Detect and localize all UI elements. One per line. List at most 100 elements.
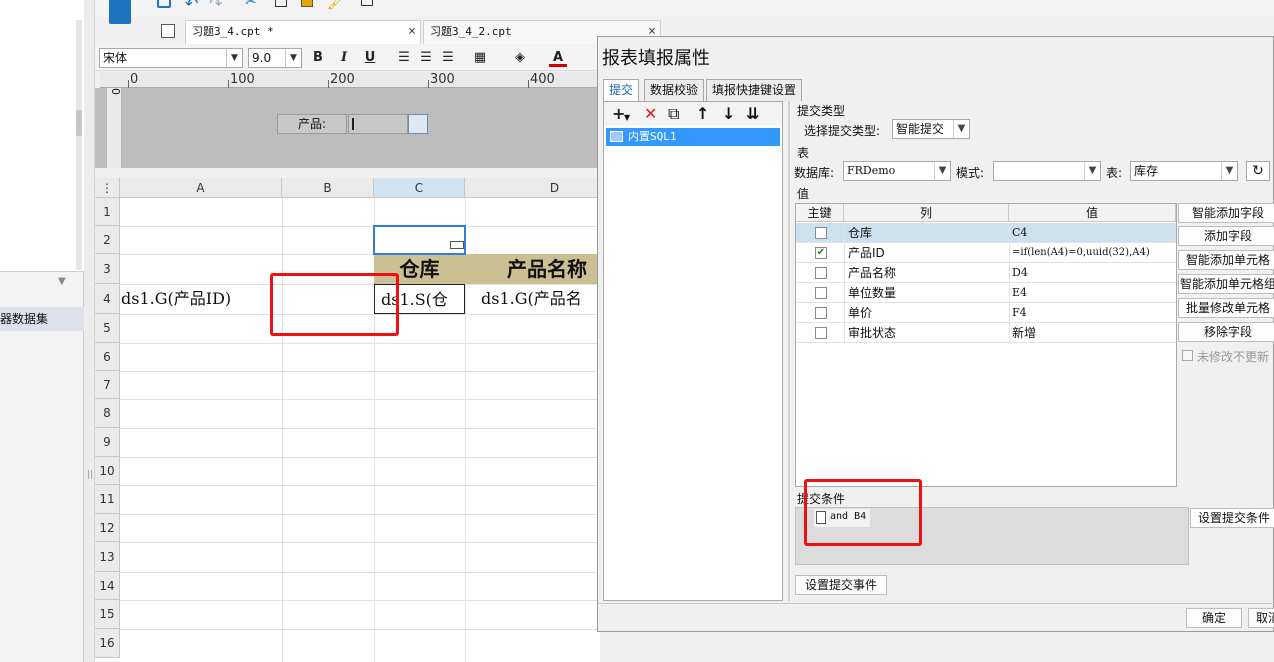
copy-icon[interactable] [275,0,287,7]
table-row[interactable]: 仓库 C4 [796,223,1176,243]
row-header[interactable]: 2 [95,226,120,254]
key-checkbox[interactable] [815,227,827,239]
tab-validation[interactable]: 数据校验 [644,79,705,101]
underline-button[interactable]: U [361,49,379,67]
batch-edit-cell-button[interactable]: 批量修改单元格 [1178,298,1274,318]
row-header[interactable]: 15 [95,600,120,629]
row-header[interactable]: 4 [95,284,120,314]
scrollbar[interactable] [76,20,82,270]
row-header[interactable]: 14 [95,572,120,600]
collapse-arrow-icon[interactable]: ▼ [58,276,66,287]
row-header[interactable]: 3 [95,254,120,284]
font-select[interactable]: 宋体 ▼ [99,48,243,68]
table-row[interactable]: 产品名称 D4 [796,263,1176,283]
format-brush-icon[interactable]: 🖌 [327,0,344,11]
row-header[interactable]: 8 [95,399,120,428]
row-header[interactable]: 7 [95,371,120,399]
no-update-checkbox[interactable] [1182,350,1193,361]
field-col: 产品ID [848,246,885,260]
redo-icon[interactable]: ↷ [209,0,222,13]
font-size-select[interactable]: 9.0 ▼ [248,48,302,68]
splitter[interactable]: || [84,0,95,662]
column-header[interactable]: C [374,178,465,198]
font-color-button[interactable]: A [549,49,567,67]
row-header[interactable]: 10 [95,457,120,485]
cell-d4[interactable]: ds1.G(产品名 [465,284,595,314]
column-header[interactable]: A [120,178,282,198]
remove-field-button[interactable]: 移除字段 [1178,322,1274,342]
smart-add-cell-button[interactable]: 智能添加单元格 [1178,250,1274,270]
selected-cell-c2[interactable] [373,225,466,255]
close-icon[interactable]: × [408,21,416,43]
tab-submit[interactable]: 提交 [603,79,640,101]
splitter-grip-icon[interactable]: || [87,470,93,480]
move-down-icon[interactable]: ↓ [722,104,735,124]
row-header[interactable]: 5 [95,314,120,343]
horizontal-ruler: 0 100 200 300 400 [100,72,600,88]
table-row[interactable]: 审批状态 新增 [796,323,1176,343]
dataset-item[interactable]: 器数据集 [0,307,84,331]
row-header[interactable]: 11 [95,485,120,514]
ok-button[interactable]: 确定 [1186,608,1242,628]
smart-add-cell-group-button[interactable]: 智能添加单元格组 [1178,274,1274,294]
scrollbar-thumb[interactable] [76,110,82,136]
align-right-icon[interactable]: ☰ [439,49,457,67]
table-row[interactable]: 单位数量 E4 [796,283,1176,303]
key-checkbox[interactable] [815,267,827,279]
save-icon[interactable] [157,0,171,8]
sort-icon[interactable]: ⇊ [746,104,759,124]
row-header[interactable]: 1 [95,198,120,226]
column-header-val[interactable]: 值 [1009,204,1176,222]
mode-select[interactable]: ▼ [993,161,1101,181]
undo-icon[interactable]: ↶ [185,0,198,13]
cut-icon[interactable]: ✂ [245,0,257,10]
copy-icon[interactable]: ⧉ [668,104,679,124]
column-header[interactable]: B [282,178,374,198]
form-designer-icon[interactable] [109,0,131,24]
key-checkbox[interactable] [815,327,827,339]
smart-add-field-button[interactable]: 智能添加字段 [1178,203,1274,223]
row-header[interactable]: 16 [95,629,120,658]
row-header[interactable]: 13 [95,542,120,572]
table-row[interactable]: 单价 F4 [796,303,1176,323]
refresh-icon[interactable]: ↻ [1246,161,1270,181]
row-header[interactable]: 12 [95,514,120,542]
cell-a4[interactable]: ds1.G(产品ID) [121,284,281,314]
splitter[interactable] [788,101,790,601]
cancel-button[interactable]: 取消 [1248,608,1274,628]
paste-icon[interactable] [301,0,313,7]
delete-icon[interactable]: ✕ [644,104,657,124]
submit-type-select[interactable]: 智能提交 ▼ [892,119,970,139]
fill-color-icon[interactable]: ◈ [511,49,529,67]
select-all-corner[interactable]: ⋮ [95,178,120,198]
italic-button[interactable]: I [335,49,353,67]
align-left-icon[interactable]: ☰ [395,49,413,67]
bold-button[interactable]: B [309,49,327,67]
db-select[interactable]: FRDemo ▼ [843,161,951,181]
row-header[interactable]: 6 [95,343,120,371]
column-header-key[interactable]: 主键 [796,204,844,222]
table-select[interactable]: 库存 ▼ [1130,161,1238,181]
ruler-label: 300 [430,72,455,87]
param-input[interactable] [348,114,408,134]
key-checkbox[interactable]: ✔ [815,247,827,259]
column-header-col[interactable]: 列 [844,204,1009,222]
add-field-button[interactable]: 添加字段 [1178,226,1274,246]
border-icon[interactable]: ▦ [471,49,489,67]
row-header[interactable]: 9 [95,428,120,457]
key-checkbox[interactable] [815,287,827,299]
calendar-icon[interactable] [408,114,428,134]
table-row[interactable]: ✔ 产品ID =if(len(A4)=0,uuid(32),A4) [796,243,1176,263]
move-up-icon[interactable]: ↑ [696,104,709,124]
ruler-label: 200 [330,72,355,87]
tab-shortcuts[interactable]: 填报快捷键设置 [706,79,803,101]
list-item[interactable]: 内置SQL1 [606,128,780,146]
key-checkbox[interactable] [815,307,827,319]
cell-d3[interactable]: 产品名称 [465,254,595,284]
chevron-down-icon[interactable]: ▼ [624,108,630,128]
set-event-button[interactable]: 设置提交事件 [795,575,887,595]
preview-icon[interactable] [361,0,373,6]
align-center-icon[interactable]: ☰ [417,49,435,67]
tab-file-1[interactable]: 习题3_4.cpt * × [185,20,421,44]
set-condition-button[interactable]: 设置提交条件 [1190,508,1274,528]
